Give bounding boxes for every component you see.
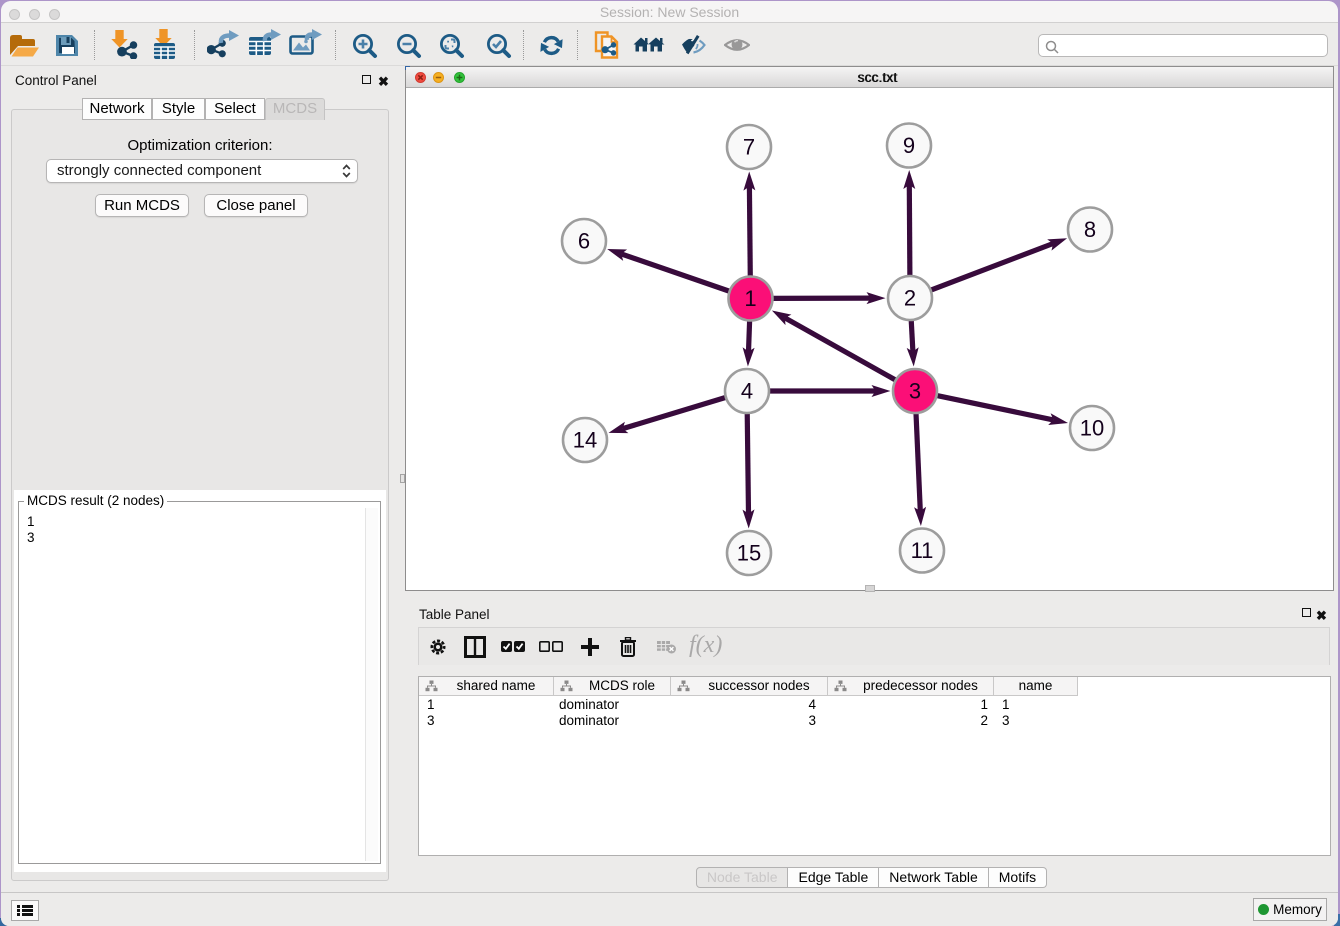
svg-text:2: 2 xyxy=(904,286,916,311)
svg-text:1: 1 xyxy=(744,286,756,311)
svg-text:8: 8 xyxy=(1084,217,1096,242)
svg-text:11: 11 xyxy=(911,538,934,563)
svg-text:15: 15 xyxy=(737,541,761,566)
svg-text:9: 9 xyxy=(903,133,915,158)
svg-text:7: 7 xyxy=(743,135,755,160)
svg-text:4: 4 xyxy=(741,379,753,404)
svg-text:6: 6 xyxy=(578,229,590,254)
svg-text:14: 14 xyxy=(573,428,597,453)
svg-text:10: 10 xyxy=(1080,416,1104,441)
svg-text:3: 3 xyxy=(909,379,921,404)
